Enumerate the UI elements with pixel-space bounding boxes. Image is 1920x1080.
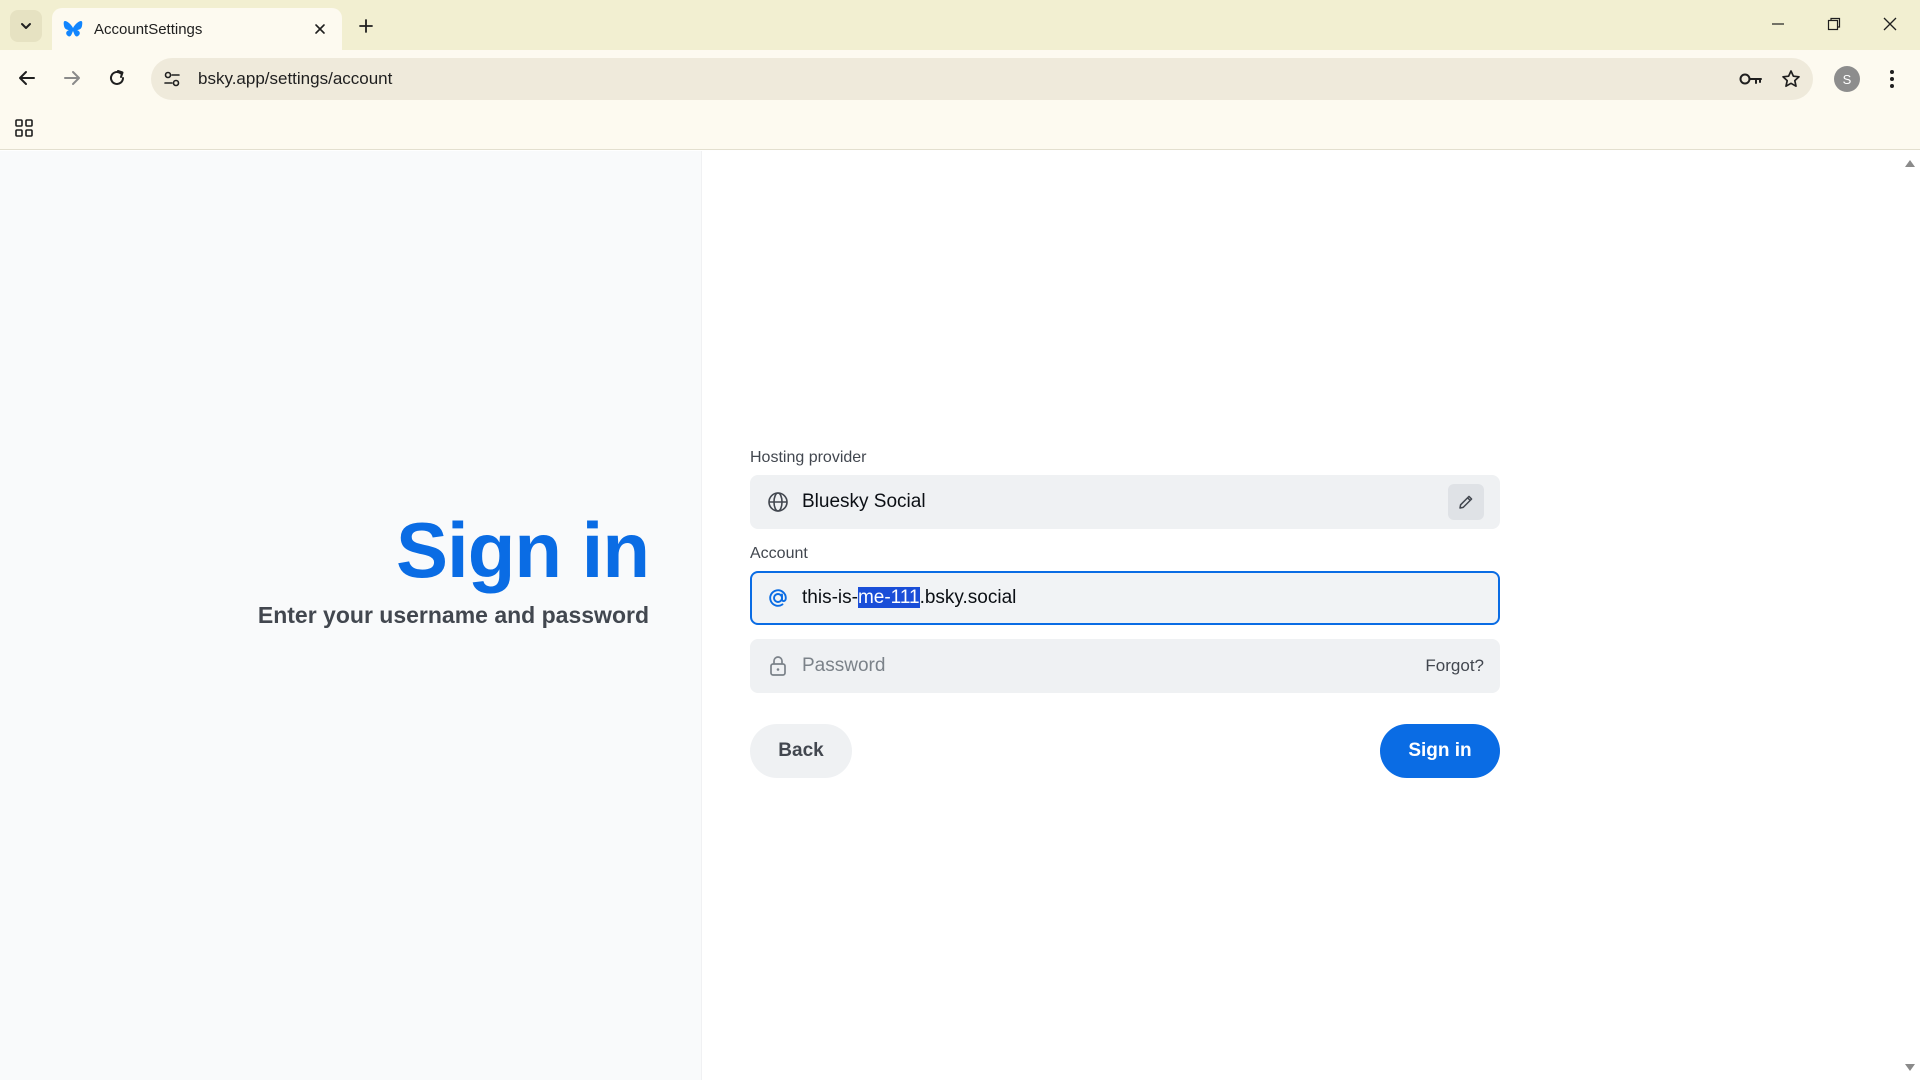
forward-nav-button[interactable] [54, 60, 90, 96]
plus-icon [359, 19, 373, 33]
reload-button[interactable] [99, 60, 135, 96]
account-value-prefix: this-is- [802, 587, 858, 608]
hosting-provider-field[interactable]: Bluesky Social [750, 475, 1500, 529]
account-value-selection: me-111 [857, 587, 920, 608]
chevron-down-icon [21, 23, 31, 29]
more-vertical-icon[interactable] [1876, 62, 1908, 96]
page-subtitle: Enter your username and password [257, 602, 649, 628]
bookmarks-bar [0, 106, 1920, 150]
arrow-left-icon [19, 71, 35, 85]
butterfly-icon [62, 18, 84, 40]
account-value-suffix: .bsky.social [919, 587, 1017, 608]
browser-toolbar: bsky.app/settings/account S [0, 50, 1920, 106]
url-text[interactable]: bsky.app/settings/account [198, 69, 1733, 89]
restore-icon [1827, 17, 1841, 31]
sign-in-intro-pane: Sign in Enter your username and password [0, 151, 702, 1080]
tab-search-button[interactable] [10, 10, 42, 42]
close-icon[interactable] [308, 17, 332, 41]
minimize-button[interactable] [1750, 0, 1806, 48]
address-bar[interactable]: bsky.app/settings/account [151, 58, 1813, 100]
at-sign-icon [766, 586, 790, 610]
back-nav-button[interactable] [9, 60, 45, 96]
grid-icon[interactable] [10, 114, 38, 142]
key-icon[interactable] [1733, 61, 1769, 97]
pencil-icon [1459, 495, 1473, 509]
password-input[interactable]: Password Forgot? [750, 639, 1500, 693]
forgot-password-link[interactable]: Forgot? [1425, 656, 1484, 676]
tab-title: AccountSettings [94, 20, 203, 38]
new-tab-button[interactable] [350, 10, 382, 42]
account-label: Account [750, 545, 808, 562]
scroll-up-arrow[interactable] [1902, 155, 1918, 171]
arrow-right-icon [64, 71, 80, 85]
sign-in-form: Hosting provider Bluesky Social Account … [750, 449, 1500, 693]
account-value[interactable]: this-is-me-111.bsky.social [802, 587, 1484, 609]
globe-icon [766, 490, 790, 514]
browser-tab[interactable]: AccountSettings [52, 8, 342, 50]
restore-button[interactable] [1806, 0, 1862, 48]
scroll-down-arrow[interactable] [1902, 1060, 1918, 1076]
password-placeholder: Password [802, 655, 886, 676]
close-icon [1883, 17, 1897, 31]
lock-icon [766, 654, 790, 678]
hosting-provider-value: Bluesky Social [802, 491, 926, 512]
tune-icon[interactable] [154, 61, 190, 97]
account-input[interactable]: this-is-me-111.bsky.social [750, 571, 1500, 625]
star-icon[interactable] [1773, 61, 1809, 97]
sign-in-button[interactable]: Sign in [1380, 724, 1500, 778]
page-content: Sign in Enter your username and password… [0, 151, 1920, 1080]
close-window-button[interactable] [1862, 0, 1918, 48]
minimize-icon [1772, 23, 1784, 25]
reload-icon [110, 70, 124, 85]
profile-avatar[interactable]: S [1834, 66, 1860, 92]
edit-hosting-provider-button[interactable] [1448, 484, 1484, 520]
page-title: Sign in [396, 506, 650, 594]
title-bar: AccountSettings [0, 0, 1920, 50]
back-button[interactable]: Back [750, 724, 852, 778]
hosting-provider-label: Hosting provider [750, 449, 867, 466]
